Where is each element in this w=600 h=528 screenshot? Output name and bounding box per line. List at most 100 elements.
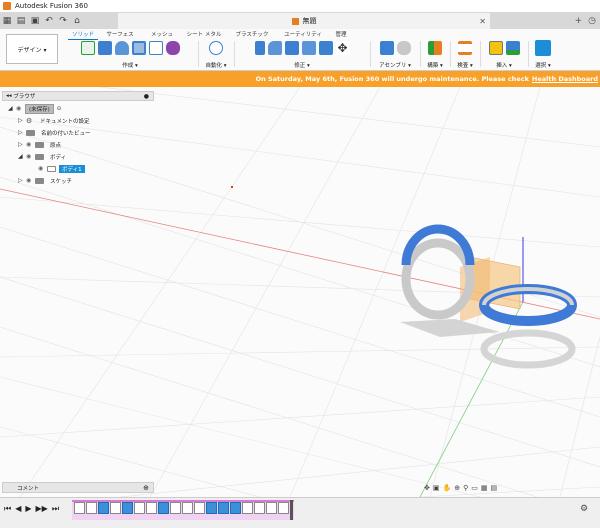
revolve-icon[interactable]: [114, 41, 129, 55]
fillet-icon[interactable]: [267, 41, 282, 55]
tree-item-sketches[interactable]: ▷ ◉ スケッチ: [18, 175, 75, 186]
extrude-icon[interactable]: [97, 41, 112, 55]
timeline-sketch-feature[interactable]: [278, 502, 289, 514]
timeline-sketch-feature[interactable]: [86, 502, 97, 514]
tree-item-origin[interactable]: ▷ ◉ 原点: [18, 139, 64, 150]
inspect-menu[interactable]: 検査 ▾: [452, 61, 478, 69]
chamfer-icon[interactable]: [284, 41, 299, 55]
create-menu[interactable]: 作成 ▾: [66, 61, 194, 69]
close-tab-icon[interactable]: ✕: [479, 17, 486, 26]
visibility-eye-icon[interactable]: ◉: [16, 105, 25, 112]
step-forward-icon[interactable]: ▶▶: [36, 504, 48, 514]
timeline-extrude-feature[interactable]: [218, 502, 229, 514]
sketch-point: [231, 186, 233, 188]
canvas-viewport[interactable]: [0, 87, 600, 497]
timeline-sketch-feature[interactable]: [134, 502, 145, 514]
workspace-switcher-button[interactable]: デザイン ▾: [6, 34, 58, 64]
add-comment-icon[interactable]: ⊕: [143, 484, 149, 492]
measure-icon[interactable]: [458, 41, 472, 55]
tree-item-bodies[interactable]: ◢ ◉ ボディ: [18, 151, 69, 162]
pattern-icon[interactable]: [148, 41, 163, 55]
move-icon[interactable]: ✥: [335, 41, 350, 55]
insert-menu[interactable]: 挿入 ▾: [482, 61, 526, 69]
browser-panel-header[interactable]: ◂◂ ブラウザ ●: [2, 91, 154, 101]
select-icon[interactable]: [535, 40, 551, 56]
grid-menu-icon[interactable]: ▦: [0, 14, 14, 28]
divider: [420, 41, 421, 67]
visibility-eye-icon[interactable]: ◉: [26, 141, 35, 148]
timeline-sketch-feature[interactable]: [266, 502, 277, 514]
document-tab[interactable]: 無題 ✕: [118, 13, 490, 29]
new-sketch-icon[interactable]: [80, 41, 95, 55]
new-component-icon[interactable]: [379, 41, 394, 55]
timeline-extrude-feature[interactable]: [206, 502, 217, 514]
insert-derive-icon[interactable]: [488, 41, 503, 55]
home-icon[interactable]: ⌂: [70, 14, 84, 28]
grid-settings-icon[interactable]: ▦: [481, 484, 488, 492]
tree-item-body1[interactable]: ◉ ボディ1: [38, 163, 85, 174]
go-to-end-icon[interactable]: ⏭: [52, 504, 59, 514]
file-icon[interactable]: ▤: [14, 14, 28, 28]
assemble-menu[interactable]: アセンブリ ▾: [372, 61, 418, 69]
press-pull-icon[interactable]: [254, 41, 265, 55]
tree-item-document-settings[interactable]: ▷ ⚙ ドキュメントの設定: [18, 115, 93, 126]
combine-icon[interactable]: [318, 41, 333, 55]
timeline-sketch-feature[interactable]: [242, 502, 253, 514]
visibility-eye-icon[interactable]: ◉: [26, 177, 35, 184]
expand-arrow-icon[interactable]: ◢: [18, 153, 26, 160]
activate-radio-icon[interactable]: ⊙: [57, 106, 62, 112]
comments-panel-header[interactable]: コメント ⊕: [2, 482, 154, 493]
job-status-icon[interactable]: ◷: [588, 16, 596, 26]
orbit-icon[interactable]: ✥: [424, 484, 430, 492]
automate-menu[interactable]: 自動化 ▾: [200, 61, 232, 69]
visibility-eye-icon[interactable]: ◉: [38, 165, 47, 172]
offset-plane-icon[interactable]: [428, 41, 442, 55]
viewports-icon[interactable]: ▤: [490, 484, 497, 492]
zoom-window-icon[interactable]: ⊕: [454, 484, 460, 492]
hole-icon[interactable]: [131, 41, 146, 55]
collapse-browser-icon[interactable]: ◂◂: [6, 93, 12, 99]
redo-icon[interactable]: ↷: [56, 14, 70, 28]
timeline-extrude-feature[interactable]: [158, 502, 169, 514]
timeline-sketch-feature[interactable]: [74, 502, 85, 514]
timeline-extrude-feature[interactable]: [98, 502, 109, 514]
expand-arrow-icon[interactable]: ◢: [8, 105, 16, 112]
form-icon[interactable]: [165, 41, 180, 55]
timeline-sketch-feature[interactable]: [254, 502, 265, 514]
save-icon[interactable]: ▣: [28, 14, 42, 28]
look-at-icon[interactable]: ▣: [433, 484, 440, 492]
timeline-extrude-feature[interactable]: [122, 502, 133, 514]
expand-arrow-icon[interactable]: ▷: [18, 129, 26, 136]
timeline-sketch-feature[interactable]: [170, 502, 181, 514]
expand-arrow-icon[interactable]: ▷: [18, 177, 26, 184]
joint-icon[interactable]: [396, 41, 411, 55]
new-tab-icon[interactable]: +: [575, 16, 583, 26]
timeline-move-feature[interactable]: [182, 502, 193, 514]
timeline-marker[interactable]: [290, 500, 293, 520]
modify-menu[interactable]: 修正 ▾: [236, 61, 368, 69]
select-menu[interactable]: 選択 ▾: [530, 61, 556, 69]
timeline-sketch-feature[interactable]: [110, 502, 121, 514]
insert-image-icon[interactable]: [505, 41, 520, 55]
timeline-settings-icon[interactable]: ⚙: [580, 504, 588, 514]
construct-menu[interactable]: 構築 ▾: [422, 61, 448, 69]
go-to-start-icon[interactable]: ⏮: [4, 504, 11, 514]
play-icon[interactable]: ▶: [25, 504, 31, 514]
step-back-icon[interactable]: ◀: [15, 504, 21, 514]
timeline-sketch-feature[interactable]: [194, 502, 205, 514]
tree-item-named-views[interactable]: ▷ 名前の付いたビュー: [18, 127, 94, 138]
timeline-sketch-feature[interactable]: [146, 502, 157, 514]
pin-icon[interactable]: ●: [144, 93, 149, 100]
automate-icon[interactable]: [209, 41, 223, 55]
expand-arrow-icon[interactable]: ▷: [18, 117, 26, 124]
shell-icon[interactable]: [301, 41, 316, 55]
visibility-eye-icon[interactable]: ◉: [26, 153, 35, 160]
expand-arrow-icon[interactable]: ▷: [18, 141, 26, 148]
timeline-extrude-feature[interactable]: [230, 502, 241, 514]
pan-icon[interactable]: ✋: [443, 484, 452, 492]
health-dashboard-link[interactable]: Health Dashboard: [532, 75, 598, 83]
tree-root[interactable]: ◢ ◉ (未保存) ⊙: [8, 103, 61, 114]
display-settings-icon[interactable]: ▭: [471, 484, 478, 492]
undo-icon[interactable]: ↶: [42, 14, 56, 28]
zoom-icon[interactable]: ⚲: [463, 484, 468, 492]
